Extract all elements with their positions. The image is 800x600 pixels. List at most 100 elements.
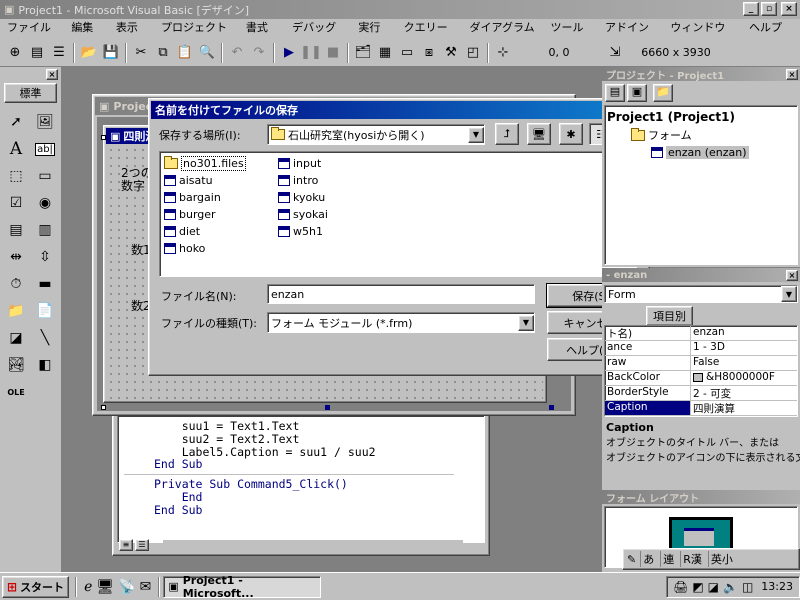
property-row[interactable]: raw False bbox=[605, 356, 797, 371]
add-form-icon[interactable]: ▤ bbox=[26, 42, 48, 64]
object-combo[interactable]: Form ▼ bbox=[604, 285, 798, 303]
property-grid[interactable]: ト名) enzan ance 1 - 3D raw False BackColor &H800… bbox=[604, 325, 798, 417]
printer-icon[interactable]: 🖨 bbox=[673, 580, 688, 594]
menu-item[interactable]: ウィンドウ(W) bbox=[665, 19, 744, 52]
combobox-icon[interactable]: ▤ bbox=[2, 217, 30, 243]
resize-handle[interactable] bbox=[549, 405, 554, 410]
picturebox-icon[interactable]: 🖼 bbox=[31, 109, 59, 135]
commandbutton-icon[interactable]: ▭ bbox=[31, 163, 59, 189]
copy-icon[interactable]: ⧉ bbox=[152, 42, 174, 64]
procedure-view-button[interactable]: ≡ bbox=[119, 539, 133, 551]
project-node[interactable]: Project1 (Project1) bbox=[607, 110, 795, 124]
resize-handle[interactable] bbox=[101, 135, 106, 140]
menu-item[interactable]: 実行(R) bbox=[353, 19, 398, 52]
taskbar-task-vb[interactable]: ▣ Project1 - Microsoft... bbox=[163, 574, 322, 600]
menu-editor-icon[interactable]: ☰ bbox=[48, 42, 70, 64]
optionbutton-icon[interactable]: ◉ bbox=[31, 190, 59, 216]
new-folder-icon[interactable]: ✱ bbox=[559, 123, 583, 145]
ime-mode-button[interactable]: 連 bbox=[660, 551, 676, 567]
frame-icon[interactable]: ⬚ bbox=[2, 163, 30, 189]
chevron-down-icon[interactable]: ▼ bbox=[518, 314, 534, 331]
up-folder-icon[interactable]: ⮥ bbox=[495, 123, 519, 145]
tray-app-icon[interactable]: ◪ bbox=[708, 580, 719, 594]
run-icon[interactable]: ▶ bbox=[278, 42, 300, 64]
menu-item[interactable]: 編集(E) bbox=[66, 19, 111, 52]
forms-folder-node[interactable]: フォーム bbox=[631, 127, 795, 143]
label-icon[interactable]: A bbox=[2, 136, 30, 162]
file-item[interactable]: burger bbox=[164, 206, 274, 223]
toolbox-icon[interactable]: ⚒ bbox=[440, 42, 462, 64]
cut-icon[interactable]: ✂ bbox=[130, 42, 152, 64]
file-item[interactable]: input bbox=[278, 155, 388, 172]
menu-item[interactable]: 表示(V) bbox=[111, 19, 156, 52]
code-hscrollbar[interactable] bbox=[163, 539, 463, 552]
save-icon[interactable]: 💾 bbox=[100, 42, 122, 64]
menu-item[interactable]: ダイアグラム(I) bbox=[465, 19, 546, 52]
full-module-view-button[interactable]: ☰ bbox=[135, 539, 149, 551]
data-view-icon[interactable]: ◰ bbox=[462, 42, 484, 64]
menu-item[interactable]: デバッグ(D) bbox=[287, 19, 353, 52]
internet-explorer-icon[interactable]: ℯ bbox=[84, 579, 92, 595]
channels-icon[interactable]: 📡 bbox=[118, 579, 135, 595]
file-item[interactable]: hoko bbox=[164, 240, 274, 257]
vscrollbar-icon[interactable]: ⇳ bbox=[31, 244, 59, 270]
project-explorer-icon[interactable]: 🗂 bbox=[352, 42, 374, 64]
file-list[interactable]: no301.files aisatu bargain burger diet hoko i… bbox=[159, 151, 637, 277]
file-item[interactable]: diet bbox=[164, 223, 274, 240]
file-item[interactable]: kyoku bbox=[278, 189, 388, 206]
chevron-down-icon[interactable]: ▼ bbox=[468, 126, 484, 143]
desktop-icon[interactable]: 🖥 bbox=[96, 579, 114, 595]
chevron-down-icon[interactable]: ▼ bbox=[781, 286, 797, 302]
close-button[interactable]: × bbox=[781, 2, 797, 16]
redo-icon[interactable]: ↷ bbox=[248, 42, 270, 64]
menu-item[interactable]: ヘルプ(H) bbox=[744, 19, 800, 52]
menu-item[interactable]: 書式(O) bbox=[241, 19, 287, 52]
volume-icon[interactable]: 🔈 bbox=[723, 580, 738, 594]
find-icon[interactable]: 🔍 bbox=[196, 42, 218, 64]
project-tree[interactable]: Project1 (Project1) フォーム enzan (enzan) bbox=[604, 105, 798, 265]
form-preview[interactable] bbox=[684, 528, 714, 546]
property-row[interactable]: ance 1 - 3D bbox=[605, 341, 797, 356]
toolbox-close[interactable]: × bbox=[0, 67, 61, 81]
ime-pen-icon[interactable]: ✎ bbox=[627, 553, 636, 566]
maximize-button[interactable]: ▫ bbox=[761, 2, 777, 16]
property-row[interactable]: BorderStyle 2 - 可変 bbox=[605, 386, 797, 401]
textbox-icon[interactable]: ab| bbox=[31, 136, 59, 162]
stop-icon[interactable]: ■ bbox=[322, 42, 344, 64]
menu-item[interactable]: ファイル(F) bbox=[2, 19, 66, 52]
view-code-icon[interactable]: ▤ bbox=[605, 84, 625, 102]
drivelistbox-icon[interactable]: ▬ bbox=[31, 271, 59, 297]
open-icon[interactable]: 📂 bbox=[78, 42, 100, 64]
network-icon[interactable]: ◫ bbox=[742, 580, 753, 594]
paste-icon[interactable]: 📋 bbox=[174, 42, 196, 64]
close-icon[interactable]: × bbox=[786, 269, 798, 281]
antivirus-icon[interactable]: ◩ bbox=[692, 580, 703, 594]
ime-mode-button[interactable]: あ bbox=[640, 551, 656, 567]
save-in-combo[interactable]: 石山研究室(hyosiから開く) ▼ bbox=[267, 124, 485, 145]
file-item[interactable]: no301.files bbox=[164, 155, 274, 172]
checkbox-icon[interactable]: ☑ bbox=[2, 190, 30, 216]
form-layout-icon[interactable]: ▭ bbox=[396, 42, 418, 64]
property-row[interactable]: Caption 四則演算 bbox=[605, 401, 797, 416]
image-icon[interactable]: 🏞 bbox=[2, 352, 30, 378]
desktop-icon[interactable]: 🖥 bbox=[527, 123, 551, 145]
code-editor[interactable]: suu1 = Text1.Text suu2 = Text2.Text Labe… bbox=[117, 415, 485, 543]
filename-input[interactable]: enzan bbox=[267, 284, 535, 304]
menu-item[interactable]: アドイン(A) bbox=[600, 19, 665, 52]
properties-icon[interactable]: ▦ bbox=[374, 42, 396, 64]
timer-icon[interactable]: ⏱ bbox=[2, 271, 30, 297]
outlook-icon[interactable]: ✉ bbox=[140, 579, 152, 595]
pointer-icon[interactable]: ➚ bbox=[2, 109, 30, 135]
property-row[interactable]: BackColor &H8000000F bbox=[605, 371, 797, 386]
property-row[interactable]: ト名) enzan bbox=[605, 326, 797, 341]
menu-item[interactable]: プロジェクト(P) bbox=[156, 19, 241, 52]
dirlistbox-icon[interactable]: 📁 bbox=[2, 298, 30, 324]
undo-icon[interactable]: ↶ bbox=[226, 42, 248, 64]
shape-icon[interactable]: ◪ bbox=[2, 325, 30, 351]
add-project-icon[interactable]: ⊕ bbox=[4, 42, 26, 64]
ime-mode-button[interactable]: 英小 bbox=[707, 551, 735, 567]
resize-handle[interactable] bbox=[325, 405, 330, 410]
view-object-icon[interactable]: ▣ bbox=[627, 84, 647, 102]
file-item[interactable]: intro bbox=[278, 172, 388, 189]
file-item[interactable]: bargain bbox=[164, 189, 274, 206]
